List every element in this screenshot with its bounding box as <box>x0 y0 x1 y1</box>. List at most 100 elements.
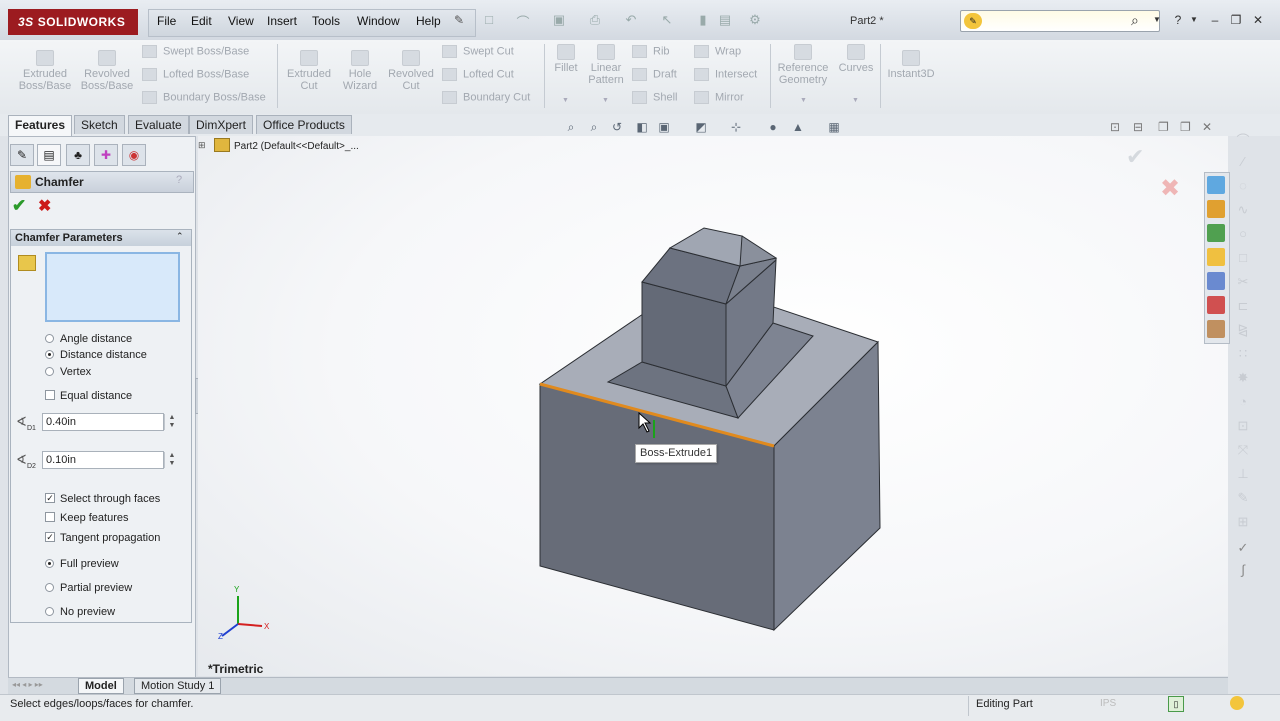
boundary-cut-button[interactable]: Boundary Cut <box>442 91 530 104</box>
sketch-pattern-icon[interactable]: ∷ <box>1234 346 1252 362</box>
tab-motion-study[interactable]: Motion Study 1 <box>134 678 222 694</box>
help-dropdown-icon[interactable]: ▼ <box>1186 12 1202 28</box>
tangent-propagation-checkbox[interactable]: ✓ <box>45 532 55 542</box>
relations-icon[interactable]: ⊥ <box>1234 466 1252 482</box>
dimxpert-manager-tab-icon[interactable]: ✚ <box>94 144 118 166</box>
apply-scene-icon[interactable]: ▲ <box>790 120 806 134</box>
viewport-minimize-icon[interactable]: ⊟ <box>1133 120 1143 134</box>
select-through-faces-checkbox[interactable]: ✓ <box>45 493 55 503</box>
restore-icon[interactable]: ❐ <box>1228 12 1244 28</box>
menu-tools[interactable]: Tools <box>312 14 340 28</box>
tab-scroll-arrows[interactable]: ◂◂ ◂ ▸ ▸▸ <box>12 680 43 689</box>
tab-sketch[interactable]: Sketch <box>74 115 125 134</box>
viewport-maximize-icon[interactable]: ❐ <box>1180 120 1191 134</box>
swept-cut-button[interactable]: Swept Cut <box>442 45 514 58</box>
intersect-button[interactable]: Intersect <box>694 68 757 81</box>
viewport-close-icon[interactable]: ✕ <box>1202 120 1212 134</box>
solidworks-resources-icon[interactable] <box>1207 176 1225 194</box>
edges-selection-box[interactable] <box>45 252 180 322</box>
quick-snaps-icon[interactable]: ⊞ <box>1234 514 1252 530</box>
solidworks-logo[interactable]: 3S SOLIDWORKS <box>8 9 138 35</box>
lofted-cut-button[interactable]: Lofted Cut <box>442 68 514 81</box>
pattern-dropdown-icon[interactable]: ▼ <box>602 97 609 104</box>
fillet-button[interactable]: Fillet <box>550 44 582 74</box>
sketch-circle-icon[interactable]: ○ <box>1234 226 1252 242</box>
reference-dropdown-icon[interactable]: ▼ <box>800 97 807 104</box>
help-question-icon[interactable]: ? <box>176 174 182 186</box>
new-document-icon[interactable]: □ <box>480 12 498 30</box>
view-settings-icon[interactable]: ▦ <box>826 120 842 134</box>
sketch-rect-icon[interactable]: □ <box>1234 250 1252 266</box>
curves-dropdown-icon[interactable]: ▼ <box>852 97 859 104</box>
display-style-icon[interactable]: ◩ <box>693 120 709 134</box>
sketch-mirror-icon[interactable]: ⧎ <box>1234 322 1252 338</box>
linear-pattern-button[interactable]: Linear Pattern <box>586 44 626 86</box>
custom-properties-icon[interactable] <box>1207 320 1225 338</box>
extruded-boss-button[interactable]: Extruded Boss/Base <box>16 50 74 92</box>
viewport-icon[interactable]: ⊡ <box>1110 120 1120 134</box>
file-properties-icon[interactable]: ▤ <box>716 12 734 30</box>
angle-distance-radio[interactable] <box>45 334 54 343</box>
zoom-to-area-icon[interactable]: ⌕ <box>586 120 602 134</box>
print-icon[interactable]: ⎙ <box>586 12 604 30</box>
design-library-icon[interactable] <box>1207 200 1225 218</box>
quick-tips-icon[interactable] <box>1230 696 1244 710</box>
appearances-icon[interactable] <box>1207 296 1225 314</box>
tab-model[interactable]: Model <box>78 678 124 694</box>
distance1-input[interactable]: 0.40in <box>42 413 164 431</box>
sketch-entity-icon[interactable]: ⌒ <box>1234 130 1252 148</box>
instant3d-button[interactable]: Instant3D <box>884 50 938 80</box>
sketch-line-icon[interactable]: ∕ <box>1234 154 1252 170</box>
search-results-icon[interactable] <box>1207 248 1225 266</box>
configuration-manager-tab-icon[interactable]: ♣ <box>66 144 90 166</box>
sketch-text-icon[interactable]: ⊡ <box>1234 418 1252 434</box>
rebuild-icon[interactable]: ▮ <box>694 12 712 30</box>
minimize-icon[interactable]: – <box>1207 12 1223 28</box>
property-manager-tab-icon[interactable]: ▤ <box>37 144 61 166</box>
partial-preview-radio[interactable] <box>45 583 54 592</box>
swept-boss-button[interactable]: Swept Boss/Base <box>142 45 249 58</box>
save-icon[interactable]: ▣ <box>550 12 568 30</box>
display-manager-tab-icon[interactable]: ◉ <box>122 144 146 166</box>
close-icon[interactable]: ✕ <box>1250 12 1266 28</box>
view-palette-icon[interactable] <box>1207 272 1225 290</box>
zoom-to-fit-icon[interactable]: ⌕ <box>563 120 579 134</box>
feature-manager-tab-icon[interactable]: ✎ <box>10 144 34 166</box>
menu-help[interactable]: Help <box>416 14 441 28</box>
section-view-icon[interactable]: ◧ <box>634 120 650 134</box>
no-preview-radio[interactable] <box>45 607 54 616</box>
distance1-spinner[interactable]: ▲ ▼ <box>164 414 179 430</box>
sketch-fillet-icon[interactable]: ◔ <box>1234 394 1252 410</box>
viewport-restore-icon[interactable]: ❐ <box>1158 120 1169 134</box>
keep-features-checkbox[interactable] <box>45 512 55 522</box>
tab-features[interactable]: Features <box>8 115 73 136</box>
ok-icon[interactable]: ✔ <box>12 196 26 216</box>
fillet-dropdown-icon[interactable]: ▼ <box>562 97 569 104</box>
open-icon[interactable]: ⌒ <box>514 12 532 30</box>
previous-view-icon[interactable]: ↺ <box>609 120 625 134</box>
search-input[interactable] <box>960 10 1160 32</box>
solidworks-search-icon[interactable]: ✎ <box>964 13 982 29</box>
units-label[interactable]: IPS <box>1100 698 1116 709</box>
search-icon[interactable]: ⌕ <box>1131 12 1139 29</box>
menu-file[interactable]: File <box>157 14 176 28</box>
shell-button[interactable]: Shell <box>632 91 677 104</box>
sketch-point-icon[interactable]: ✸ <box>1234 370 1252 386</box>
mirror-button[interactable]: Mirror <box>694 91 744 104</box>
file-explorer-icon[interactable] <box>1207 224 1225 242</box>
reference-dropdown-icon-2[interactable]: ✓ <box>1234 540 1252 556</box>
wrap-button[interactable]: Wrap <box>694 45 741 58</box>
tab-office-products[interactable]: Office Products <box>256 115 352 134</box>
sketch-spline-icon[interactable]: ∿ <box>1234 202 1252 218</box>
menu-window[interactable]: Window <box>357 14 400 28</box>
menu-view[interactable]: View <box>228 14 254 28</box>
distance2-input[interactable]: 0.10in <box>42 451 164 469</box>
sketch-trim-icon[interactable]: ✂ <box>1234 274 1252 290</box>
extruded-cut-button[interactable]: Extruded Cut <box>282 50 336 92</box>
curves-button[interactable]: Curves <box>836 44 876 74</box>
collapse-icon[interactable]: ⌃ <box>176 231 184 242</box>
boundary-boss-button[interactable]: Boundary Boss/Base <box>142 91 266 104</box>
dimension-icon[interactable]: ⤧ <box>1234 442 1252 458</box>
vertex-radio[interactable] <box>45 367 54 376</box>
menu-edit[interactable]: Edit <box>191 14 212 28</box>
